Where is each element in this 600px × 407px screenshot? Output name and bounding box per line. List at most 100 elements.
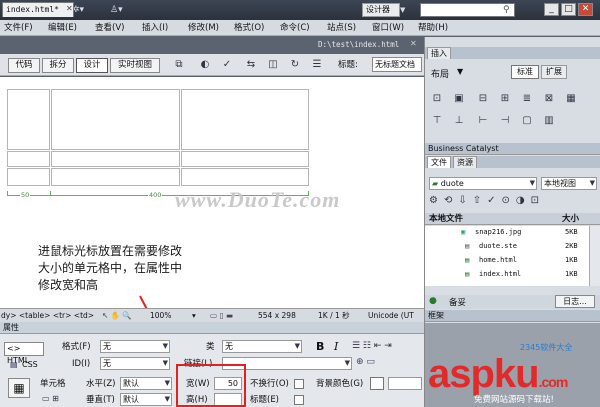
class-select[interactable]: 无 ▼ [222,340,302,353]
table-cell[interactable] [7,168,50,186]
merge-split-icon[interactable]: ▭ ⊞ [42,394,59,403]
live-view-button[interactable]: 实时视图 [110,58,160,73]
files-scrollbar[interactable] [589,226,600,286]
id-select[interactable]: 无 ▼ [100,357,170,370]
standard-mode-button[interactable]: 标准 [511,65,539,79]
design-view-button[interactable]: 设计 [76,58,108,73]
menu-insert[interactable]: 插入(I) [142,20,168,36]
spry-accordion-icon[interactable]: ≣ [521,93,533,105]
table-cell[interactable] [181,168,309,186]
italic-button[interactable]: I [334,340,338,353]
browser-preview-icon[interactable]: ◐ [198,58,212,72]
close-icon[interactable]: ✕ [66,3,74,15]
maximize-button[interactable]: □ [561,3,576,16]
column-local-files[interactable]: 本地文件 [429,213,463,225]
validation-icon[interactable]: ✓ [220,58,234,72]
table-cell[interactable] [7,151,50,167]
close-button[interactable]: ✕ [578,3,593,16]
div-icon[interactable]: ⊡ [431,93,443,105]
title-input[interactable]: 无标题文档 [372,57,422,72]
workspace-selector[interactable]: 设计器 [362,3,400,17]
list-icon[interactable]: ☰ ☷ ⇤ ⇥ [352,341,392,351]
table-cell[interactable] [181,89,309,150]
select-tool-icon[interactable]: ↖ ✋ 🔍 [102,309,132,322]
tab-assets[interactable]: 资源 [453,156,477,168]
spry-panel-icon[interactable]: ⊠ [543,93,555,105]
device-icon[interactable]: ▭ ▯ ▬ [210,309,233,322]
site-select[interactable]: ▰ duote ▼ [429,177,537,190]
table-cell[interactable] [51,151,180,167]
horizontal-align-select[interactable]: 默认 ▼ [120,377,172,390]
document-path: D:\test\index.html [318,40,400,49]
menu-commands[interactable]: 命令(C) [280,20,310,36]
format-select[interactable]: 无 ▼ [100,340,170,353]
spry-menu-icon[interactable]: ⊟ [477,93,489,105]
menu-view[interactable]: 查看(V) [95,20,124,36]
view-select[interactable]: 本地视图 ▼ [541,177,597,190]
list-item[interactable]: ▤ duote.ste 2KB [425,240,589,253]
table-icon[interactable]: ▦ [565,93,577,105]
chevron-down-icon[interactable]: ▼ [457,67,463,76]
menu-site[interactable]: 站点(S) [327,20,356,36]
column-right-icon[interactable]: ⊣ [499,115,511,127]
nowrap-checkbox[interactable] [294,379,304,389]
visual-aids-icon[interactable]: ◫ [266,58,280,72]
insert-category[interactable]: 布局 [431,67,449,80]
list-item[interactable]: ▤ home.html 1KB [425,254,589,267]
table-cell[interactable] [51,168,180,186]
table-cell[interactable] [7,89,50,150]
list-item[interactable]: ▣ snap216.jpg 5KB [425,226,589,239]
menu-window[interactable]: 窗口(W) [372,20,404,36]
row-below-icon[interactable]: ⊥ [453,115,465,127]
search-icon[interactable]: ⚲ [503,4,514,16]
tab-insert[interactable]: 插入 [427,47,451,59]
table-cell[interactable] [181,151,309,167]
zoom-level[interactable]: 100% [150,309,171,322]
view-options-icon[interactable]: ☰ [310,58,324,72]
iframe-icon[interactable]: ▢ [521,115,533,127]
design-canvas[interactable]: 50 400 www.DuoTe.com 进鼠标光标放置在需要修改 大小的单元格… [0,77,424,308]
bg-color-input[interactable] [388,377,422,390]
file-management-icon[interactable]: ⇆ [244,58,258,72]
expanded-mode-button[interactable]: 扩展 [541,65,567,79]
vertical-align-select[interactable]: 默认 ▼ [120,393,172,406]
close-icon[interactable]: ✕ [410,39,417,48]
files-toolbar-icon[interactable]: ⚙⟲⇩⇧✓⊙◑⊡ [429,195,545,206]
bold-button[interactable]: B [316,340,324,353]
search-input[interactable] [420,3,515,17]
frames-icon[interactable]: ▥ [543,115,555,127]
business-catalyst-header[interactable]: Business Catalyst [425,143,600,155]
frames-panel-header[interactable]: 框架 [425,310,600,322]
zoom-dropdown-icon[interactable]: ▾ [192,309,196,322]
column-size[interactable]: 大小 [562,213,579,225]
bg-color-swatch[interactable] [370,377,384,390]
code-view-button[interactable]: 代码 [8,58,40,73]
split-view-button[interactable]: 拆分 [42,58,74,73]
table-cell[interactable] [51,89,180,150]
menu-file[interactable]: 文件(F) [4,20,33,36]
menu-modify[interactable]: 修改(M) [188,20,219,36]
html-mode-button[interactable]: <> HTML [4,342,44,365]
row-above-icon[interactable]: ⊤ [431,115,443,127]
window-size[interactable]: 554 x 298 [258,309,296,322]
html-file-icon: ▤ [465,256,470,264]
point-to-file-icon[interactable]: ⊕ ▭ [356,357,375,367]
log-button[interactable]: 日志... [555,295,595,308]
tab-files[interactable]: 文件 [427,156,451,168]
tag-selector[interactable]: dy> <table> <tr> <td> [1,309,94,322]
list-item[interactable]: ▤ index.html 1KB [425,268,589,281]
multiscreen-icon[interactable]: ⧉ [172,58,186,72]
refresh-icon[interactable]: ↻ [288,58,302,72]
user-icon[interactable]: ♙▾ [110,3,123,17]
ap-div-icon[interactable]: ▣ [453,93,465,105]
document-tab[interactable]: index.html* [2,2,74,17]
menu-help[interactable]: 帮助(H) [418,20,448,36]
menu-format[interactable]: 格式(O) [234,20,264,36]
minimize-button[interactable]: _ [544,3,559,16]
header-checkbox[interactable] [294,395,304,405]
css-mode-button[interactable]: CSS [22,359,38,371]
chevron-down-icon[interactable]: ▼ [400,3,410,17]
spry-tabs-icon[interactable]: ⊞ [499,93,511,105]
menu-edit[interactable]: 编辑(E) [48,20,77,36]
column-left-icon[interactable]: ⊢ [477,115,489,127]
